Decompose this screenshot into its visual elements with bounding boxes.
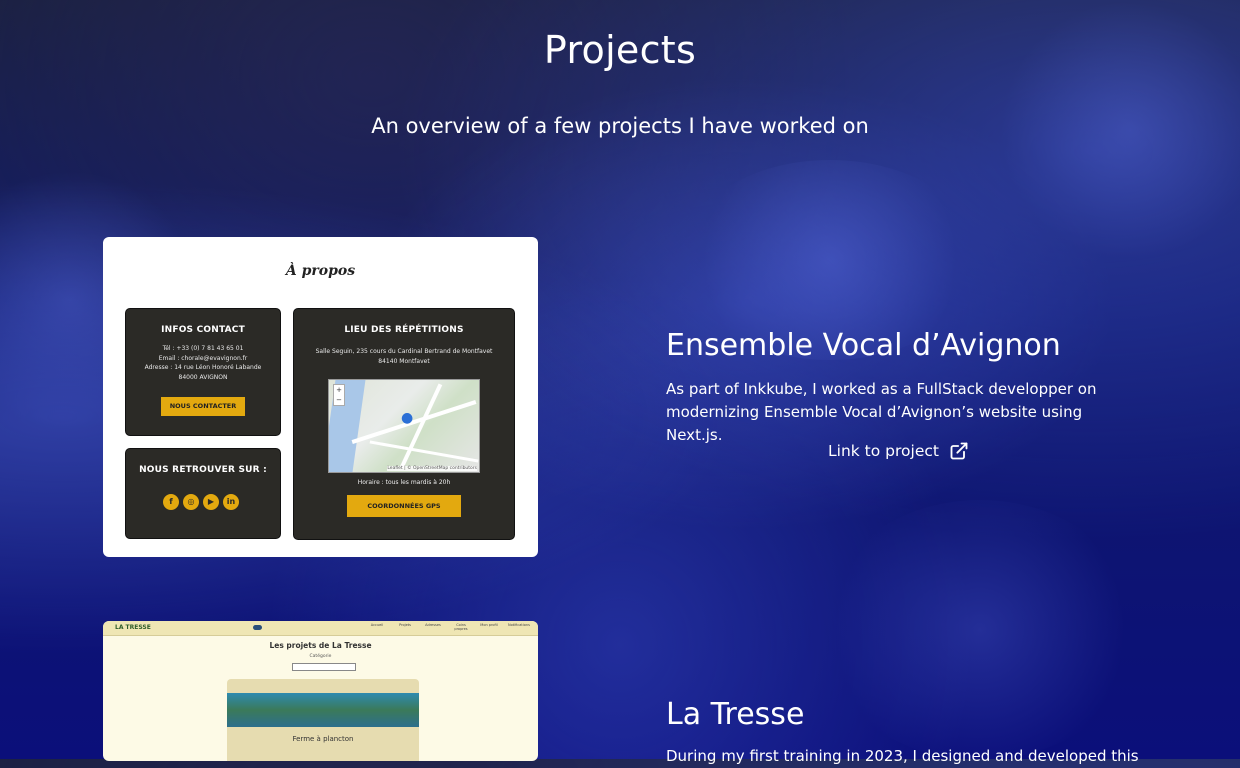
- social-card-title: NOUS RETROUVER SUR :: [139, 465, 267, 475]
- page-subtitle: An overview of a few projects I have wor…: [371, 114, 869, 138]
- contact-card-lines: Tél : +33 (0) 7 81 43 65 01 Email : chor…: [144, 345, 262, 381]
- rehearsal-schedule: Horaire : tous les mardis à 20h: [357, 479, 451, 486]
- youtube-icon: ▶: [203, 494, 219, 510]
- contact-card-title: INFOS CONTACT: [161, 325, 245, 335]
- facebook-icon: f: [163, 494, 179, 510]
- project-card-image: [227, 693, 419, 727]
- project-link[interactable]: Link to project: [828, 441, 969, 461]
- contact-card: INFOS CONTACT Tél : +33 (0) 7 81 43 65 0…: [125, 308, 281, 436]
- location-map: + − ● Leaflet | © OpenStreetMap contribut…: [328, 379, 480, 473]
- preview-navbar: LA TRESSE Accueil Projets Adresses Coins…: [103, 621, 538, 636]
- preview-heading: À propos: [285, 263, 356, 279]
- preview-heading: Les projets de La Tresse: [269, 641, 372, 650]
- map-credit: Leaflet | © OpenStreetMap contributors: [387, 466, 477, 471]
- theme-toggle: [253, 625, 262, 630]
- linkedin-icon: in: [223, 494, 239, 510]
- project-card-title: Ferme à plancton: [292, 735, 354, 743]
- instagram-icon: ◎: [183, 494, 199, 510]
- map-pin-icon: ●: [401, 410, 414, 426]
- filter-select: [292, 663, 356, 671]
- project-link-label: Link to project: [828, 442, 939, 460]
- project-description: During my first training in 2023, I desi…: [666, 747, 1139, 765]
- project-thumbnail[interactable]: À propos INFOS CONTACT Tél : +33 (0) 7 8…: [103, 237, 538, 557]
- map-zoom-control: + −: [333, 384, 345, 406]
- page-title: Projects: [543, 28, 697, 72]
- preview-project-card: Ferme à plancton: [227, 679, 419, 761]
- rehearsal-card-title: LIEU DES RÉPÉTITIONS: [344, 325, 464, 335]
- rehearsal-address: Salle Seguin, 235 cours du Cardinal Bert…: [315, 348, 493, 365]
- project-title: La Tresse: [666, 697, 805, 732]
- gps-button: COORDONNÉES GPS: [347, 495, 461, 517]
- project-title: Ensemble Vocal d’Avignon: [666, 328, 1061, 363]
- project-description: As part of Inkkube, I worked as a FullSt…: [666, 380, 1097, 444]
- social-icons: f ◎ ▶ in: [163, 494, 239, 510]
- project-thumbnail[interactable]: LA TRESSE Accueil Projets Adresses Coins…: [103, 621, 538, 761]
- external-link-icon: [950, 442, 968, 460]
- rehearsal-card: LIEU DES RÉPÉTITIONS Salle Seguin, 235 c…: [293, 308, 515, 540]
- preview-logo: LA TRESSE: [115, 624, 151, 631]
- background-fractal: [820, 500, 1140, 760]
- contact-button: NOUS CONTACTER: [161, 397, 245, 416]
- preview-menu: Accueil Projets Adresses Coins propres M…: [370, 623, 530, 631]
- filter-label: Catégorie: [309, 654, 332, 659]
- social-card: NOUS RETROUVER SUR : f ◎ ▶ in: [125, 448, 281, 539]
